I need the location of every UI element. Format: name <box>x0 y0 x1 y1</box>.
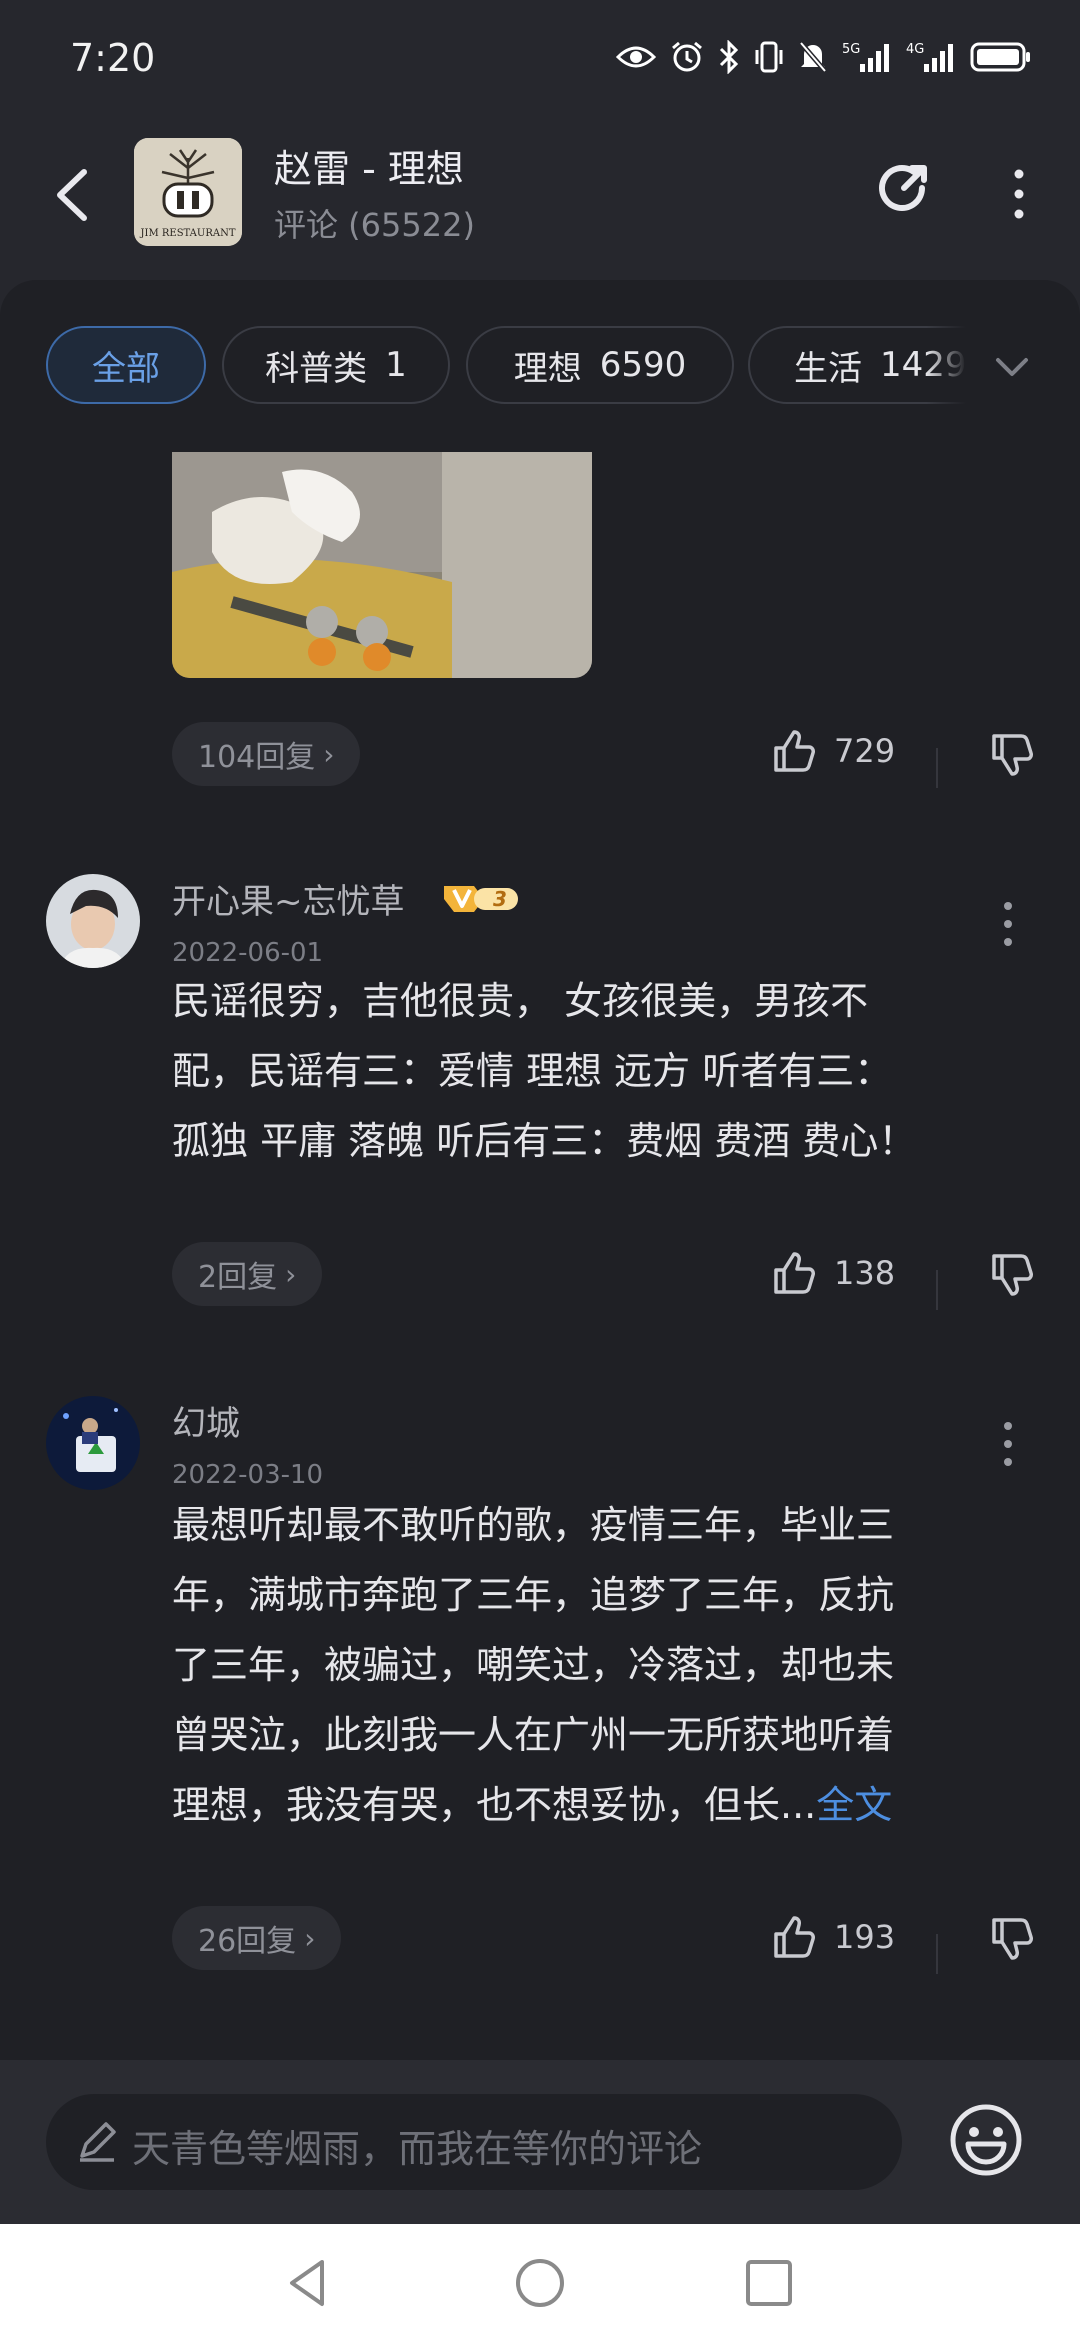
replies-label: 104回复 <box>198 740 316 775</box>
chevron-right-icon: › <box>304 1921 316 1955</box>
read-more-link[interactable]: 全文 <box>816 1783 892 1827</box>
tab-ideal[interactable]: 理想 6590 <box>466 326 734 404</box>
tab-count: 6590 <box>599 345 687 385</box>
tab-label: 生活 <box>794 348 862 389</box>
bluetooth-icon <box>719 40 739 74</box>
thumbs-up-icon <box>774 1916 815 1958</box>
comment-line: 配，民谣有三：爱情 理想 远方 听者有三： <box>172 1049 893 1093</box>
5g-signal-icon: 5G <box>842 42 889 72</box>
comment-text: 最想听却最不敢听的歌，疫情三年，毕业三 年，满城市奔跑了三年，追梦了三年，反抗 … <box>172 1490 1032 1840</box>
nav-home-icon[interactable] <box>513 2256 567 2310</box>
tab-label: 科普类 <box>265 348 368 389</box>
replies-button[interactable]: 26回复 › <box>172 1906 342 1970</box>
input-placeholder: 天青色等烟雨，而我在等你的评论 <box>132 2127 703 2171</box>
status-icons: 5G 4G <box>616 40 1032 74</box>
album-art-image: JIM RESTAURANT <box>134 138 242 246</box>
mute-icon <box>799 41 827 73</box>
like-count: 729 <box>834 732 896 770</box>
tab-all[interactable]: 全部 <box>46 326 206 404</box>
photo <box>172 452 592 678</box>
tab-count: 1 <box>385 345 407 385</box>
comment-line: 曾哭泣，此刻我一人在广州一无所获地听着 <box>172 1713 895 1757</box>
tab-label: 理想 <box>513 348 582 389</box>
comment-input-bar: 天青色等烟雨，而我在等你的评论 <box>0 2060 1080 2224</box>
thumbs-up-icon <box>774 730 815 772</box>
share-icon[interactable] <box>870 158 934 222</box>
tabs-fade <box>926 326 966 406</box>
divider <box>936 1270 938 1310</box>
replies-button[interactable]: 2回复 › <box>172 1242 323 1306</box>
nav-back-icon[interactable] <box>282 2256 336 2310</box>
chevron-right-icon: › <box>323 737 335 771</box>
comment-line: 理想，我没有哭，也不想妥协，但长... <box>172 1783 817 1827</box>
svg-text:4G: 4G <box>906 42 924 57</box>
comment-line: 民谣很穷，吉他很贵， 女孩很美，男孩不 <box>172 979 869 1023</box>
comment-date: 2022-03-10 <box>172 1460 324 1490</box>
tab-science[interactable]: 科普类 1 <box>222 326 450 404</box>
like-count: 193 <box>834 1918 896 1956</box>
like-button[interactable]: 729 <box>770 726 895 776</box>
album-cover[interactable]: JIM RESTAURANT <box>134 138 242 246</box>
comment-line-last: 理想，我没有哭，也不想妥协，但长...全文 <box>172 1770 1032 1840</box>
avatar-image <box>46 1396 140 1490</box>
divider <box>936 748 938 788</box>
divider <box>936 1934 938 1974</box>
like-button[interactable]: 138 <box>770 1248 895 1298</box>
username[interactable]: 幻城 <box>172 1396 240 1445</box>
comment-text: 民谣很穷，吉他很贵， 女孩很美，男孩不 配，民谣有三：爱情 理想 远方 听者有三… <box>172 966 1032 1176</box>
svg-text:JIM RESTAURANT: JIM RESTAURANT <box>140 228 236 239</box>
like-button[interactable]: 193 <box>770 1912 895 1962</box>
comment-line: 孤独 平庸 落魄 听后有三：费烟 费酒 费心！ <box>172 1119 917 1163</box>
status-time: 7:20 <box>70 36 156 80</box>
back-arrow-icon[interactable] <box>46 160 106 230</box>
chevron-right-icon: › <box>285 1257 297 1291</box>
eye-icon <box>616 46 656 68</box>
more-options-icon[interactable] <box>1004 164 1034 224</box>
pencil-icon <box>80 2122 116 2162</box>
username[interactable]: 开心果~忘忧草 <box>172 874 405 923</box>
comment-date: 2022-06-01 <box>172 938 324 968</box>
battery-icon <box>970 42 1030 72</box>
status-bar: 7:20 5G 4G <box>0 0 1080 120</box>
like-count: 138 <box>834 1254 896 1292</box>
tab-label: 全部 <box>92 348 160 389</box>
chevron-down-icon[interactable] <box>990 350 1034 384</box>
replies-button[interactable]: 104回复 › <box>172 722 361 786</box>
vip-badge-icon: 3 <box>444 886 518 912</box>
thumbs-down-icon[interactable] <box>988 730 1038 780</box>
comment-image[interactable] <box>172 452 592 678</box>
emoji-icon[interactable] <box>948 2102 1024 2178</box>
4g-signal-icon: 4G <box>906 42 953 72</box>
avatar-image <box>46 874 140 968</box>
comment-line: 了三年，被骗过，嘲笑过，冷落过，却也未 <box>172 1643 895 1687</box>
system-nav-bar <box>0 2224 1080 2340</box>
replies-label: 26回复 <box>198 1924 297 1959</box>
category-tabs: 全部 科普类 1 理想 6590 生活 1429 <box>46 326 966 406</box>
song-title: 赵雷 - 理想 <box>274 147 464 191</box>
comment-more-icon[interactable] <box>998 1414 1018 1474</box>
comment-input[interactable]: 天青色等烟雨，而我在等你的评论 <box>46 2094 902 2190</box>
svg-text:3: 3 <box>493 887 507 911</box>
alarm-icon <box>672 41 702 72</box>
replies-label: 2回复 <box>198 1260 278 1295</box>
nav-recents-icon[interactable] <box>742 2256 796 2310</box>
comment-line: 年，满城市奔跑了三年，追梦了三年，反抗 <box>172 1573 895 1617</box>
svg-text:5G: 5G <box>842 42 860 57</box>
thumbs-down-icon[interactable] <box>988 1250 1038 1300</box>
thumbs-up-icon <box>774 1252 815 1294</box>
avatar[interactable] <box>46 1396 140 1490</box>
thumbs-down-icon[interactable] <box>988 1914 1038 1964</box>
comment-more-icon[interactable] <box>998 894 1018 954</box>
header: JIM RESTAURANT 赵雷 - 理想 评论 (65522) <box>0 120 1080 270</box>
vibrate-icon <box>755 41 783 73</box>
comment-line: 最想听却最不敢听的歌，疫情三年，毕业三 <box>172 1503 895 1547</box>
avatar[interactable] <box>46 874 140 968</box>
comments-panel: 全部 科普类1 理想6590 生活1429 104回复› 729 开心果 <box>0 280 1080 2060</box>
comment-count: 评论 (65522) <box>274 206 475 244</box>
